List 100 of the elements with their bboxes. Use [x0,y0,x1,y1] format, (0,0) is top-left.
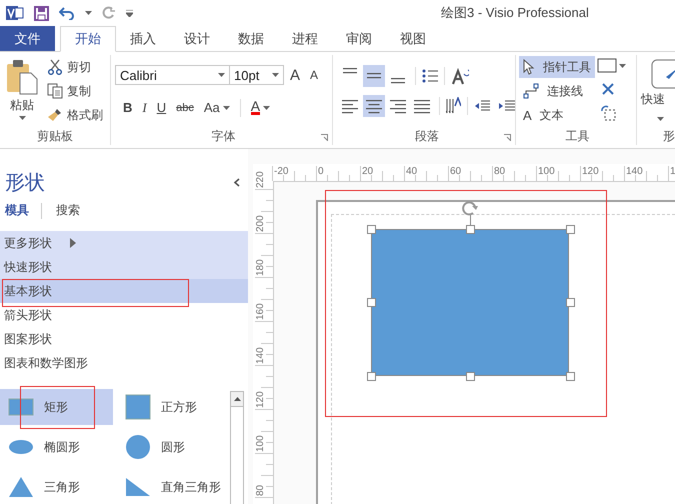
pointer-icon [523,59,535,75]
right-triangle-icon [125,477,151,497]
window-title: 绘图3 - Visio Professional [441,4,589,22]
selection-handle[interactable] [566,372,575,381]
stencil-item[interactable]: 更多形状 [0,231,248,255]
decrease-indent-icon[interactable] [474,99,490,113]
dialog-launcher-icon[interactable] [321,134,328,141]
customize-caret-icon[interactable] [126,10,133,16]
font-color-button[interactable]: A [246,98,274,117]
copy-icon [47,83,63,99]
circle-icon [125,434,151,460]
panel-tab[interactable]: 模具 [5,202,29,219]
clipboard-icon [6,59,38,95]
align-lines-icon [342,98,358,114]
group-label: 剪贴板 [36,128,74,145]
ruler-label: 180 [255,259,266,276]
connector-tool-button[interactable]: 连接线 [519,80,595,102]
bold-button[interactable]: B [119,98,136,117]
stencil-item[interactable]: 快速形状 [0,255,248,279]
selection-handle[interactable] [367,372,376,381]
selection-handle[interactable] [367,298,376,307]
text-direction-icon[interactable] [446,97,461,115]
rotate-handle-icon[interactable] [462,201,479,216]
font-size-dropdown[interactable]: 10pt [229,65,284,85]
bullets-icon[interactable] [422,68,438,84]
scissors-icon [47,59,63,75]
ribbon-tab[interactable]: 审阅 [332,26,386,51]
panel-title: 形状 [5,171,45,196]
ruler-label: 0 [318,166,324,177]
master-shape-item[interactable]: 圆形 [117,429,230,465]
align-lines-icon [342,68,358,74]
save-icon[interactable] [34,6,49,20]
group-label: 工具 [564,128,590,145]
scroll-up-icon[interactable] [234,397,240,401]
selection-handle[interactable] [566,225,575,234]
master-shape-item[interactable]: 直角三角形 [117,469,230,504]
caret-icon [263,106,270,110]
italic-button[interactable]: I [138,98,151,118]
collapse-icon[interactable] [233,178,240,187]
rectangle-icon [8,397,34,417]
shrink-font-button[interactable]: A [306,66,322,84]
selection-handle[interactable] [566,298,575,307]
ribbon-tab[interactable]: 视图 [386,26,440,51]
selection-handle[interactable] [466,225,475,234]
ruler-label: 120 [582,166,599,177]
ribbon-tab[interactable]: 进程 [278,26,332,51]
increase-indent-icon[interactable] [498,99,515,113]
ruler-label: 200 [255,215,266,232]
font-family-dropdown[interactable]: Calibri [115,65,230,85]
ribbon-tab[interactable]: 数据 [224,26,278,51]
pointer-tool-button[interactable]: 指针工具 [519,56,595,78]
copy-button[interactable]: 复制 [44,80,106,102]
grow-font-button[interactable]: A [286,64,304,86]
selection-handle[interactable] [466,372,475,381]
group-label: 字体 [212,128,236,145]
square-icon [125,394,151,420]
ribbon-tab[interactable]: 开始 [60,26,116,52]
cut-button[interactable]: 剪切 [44,56,106,78]
master-shape-item[interactable]: 三角形 [0,469,113,504]
change-case-button[interactable]: Aa [200,98,234,117]
master-shape-item[interactable]: 正方形 [117,389,230,425]
ribbon-tab[interactable]: 设计 [170,26,224,51]
panel-tab[interactable]: 搜索 [56,202,80,219]
ruler-label: 100 [538,166,555,177]
rectangle-tool-icon[interactable] [597,58,617,73]
brush-icon [47,107,63,123]
ruler-label: 160 [255,303,266,320]
selection-handle[interactable] [367,225,376,234]
quick-styles-button[interactable]: 快速 [637,55,675,127]
stencil-item[interactable]: 基本形状 [0,279,248,303]
paste-button[interactable]: 粘贴 [0,55,44,127]
underline-button[interactable]: U [152,98,170,117]
ruler-label: 20 [362,166,374,177]
strikethrough-button[interactable]: abc [172,100,198,116]
align-lines-icon [414,98,430,114]
text-rotate-icon[interactable] [451,67,469,85]
vertical-align-button[interactable] [363,65,385,87]
app-logo-icon [6,5,24,21]
master-shape-item[interactable]: 矩形 [0,389,113,425]
horizontal-align-button[interactable] [363,95,385,117]
undo-icon[interactable] [59,6,75,20]
ellipse-icon [8,439,34,455]
brush-button[interactable]: 格式刷 [44,104,106,126]
ruler-label: 80 [255,484,266,496]
align-lines-icon [366,98,382,114]
close-icon[interactable] [602,83,614,95]
align-lines-icon [366,73,382,79]
file-tab[interactable]: 文件 [0,26,55,51]
ruler-label: 60 [450,166,462,177]
submenu-arrow-icon [70,238,76,248]
ribbon-tab[interactable]: 插入 [116,26,170,51]
dialog-launcher-icon[interactable] [504,134,511,141]
group-label: 段落 [415,128,439,145]
master-shape-item[interactable]: 椭圆形 [0,429,113,465]
scrollbar[interactable] [230,391,244,504]
text-tool-button[interactable]: A 文本 [519,104,595,126]
ruler-label: 140 [626,166,643,177]
connection-point-icon[interactable] [600,105,616,121]
caret-icon [18,116,26,120]
caret-icon [272,73,279,77]
